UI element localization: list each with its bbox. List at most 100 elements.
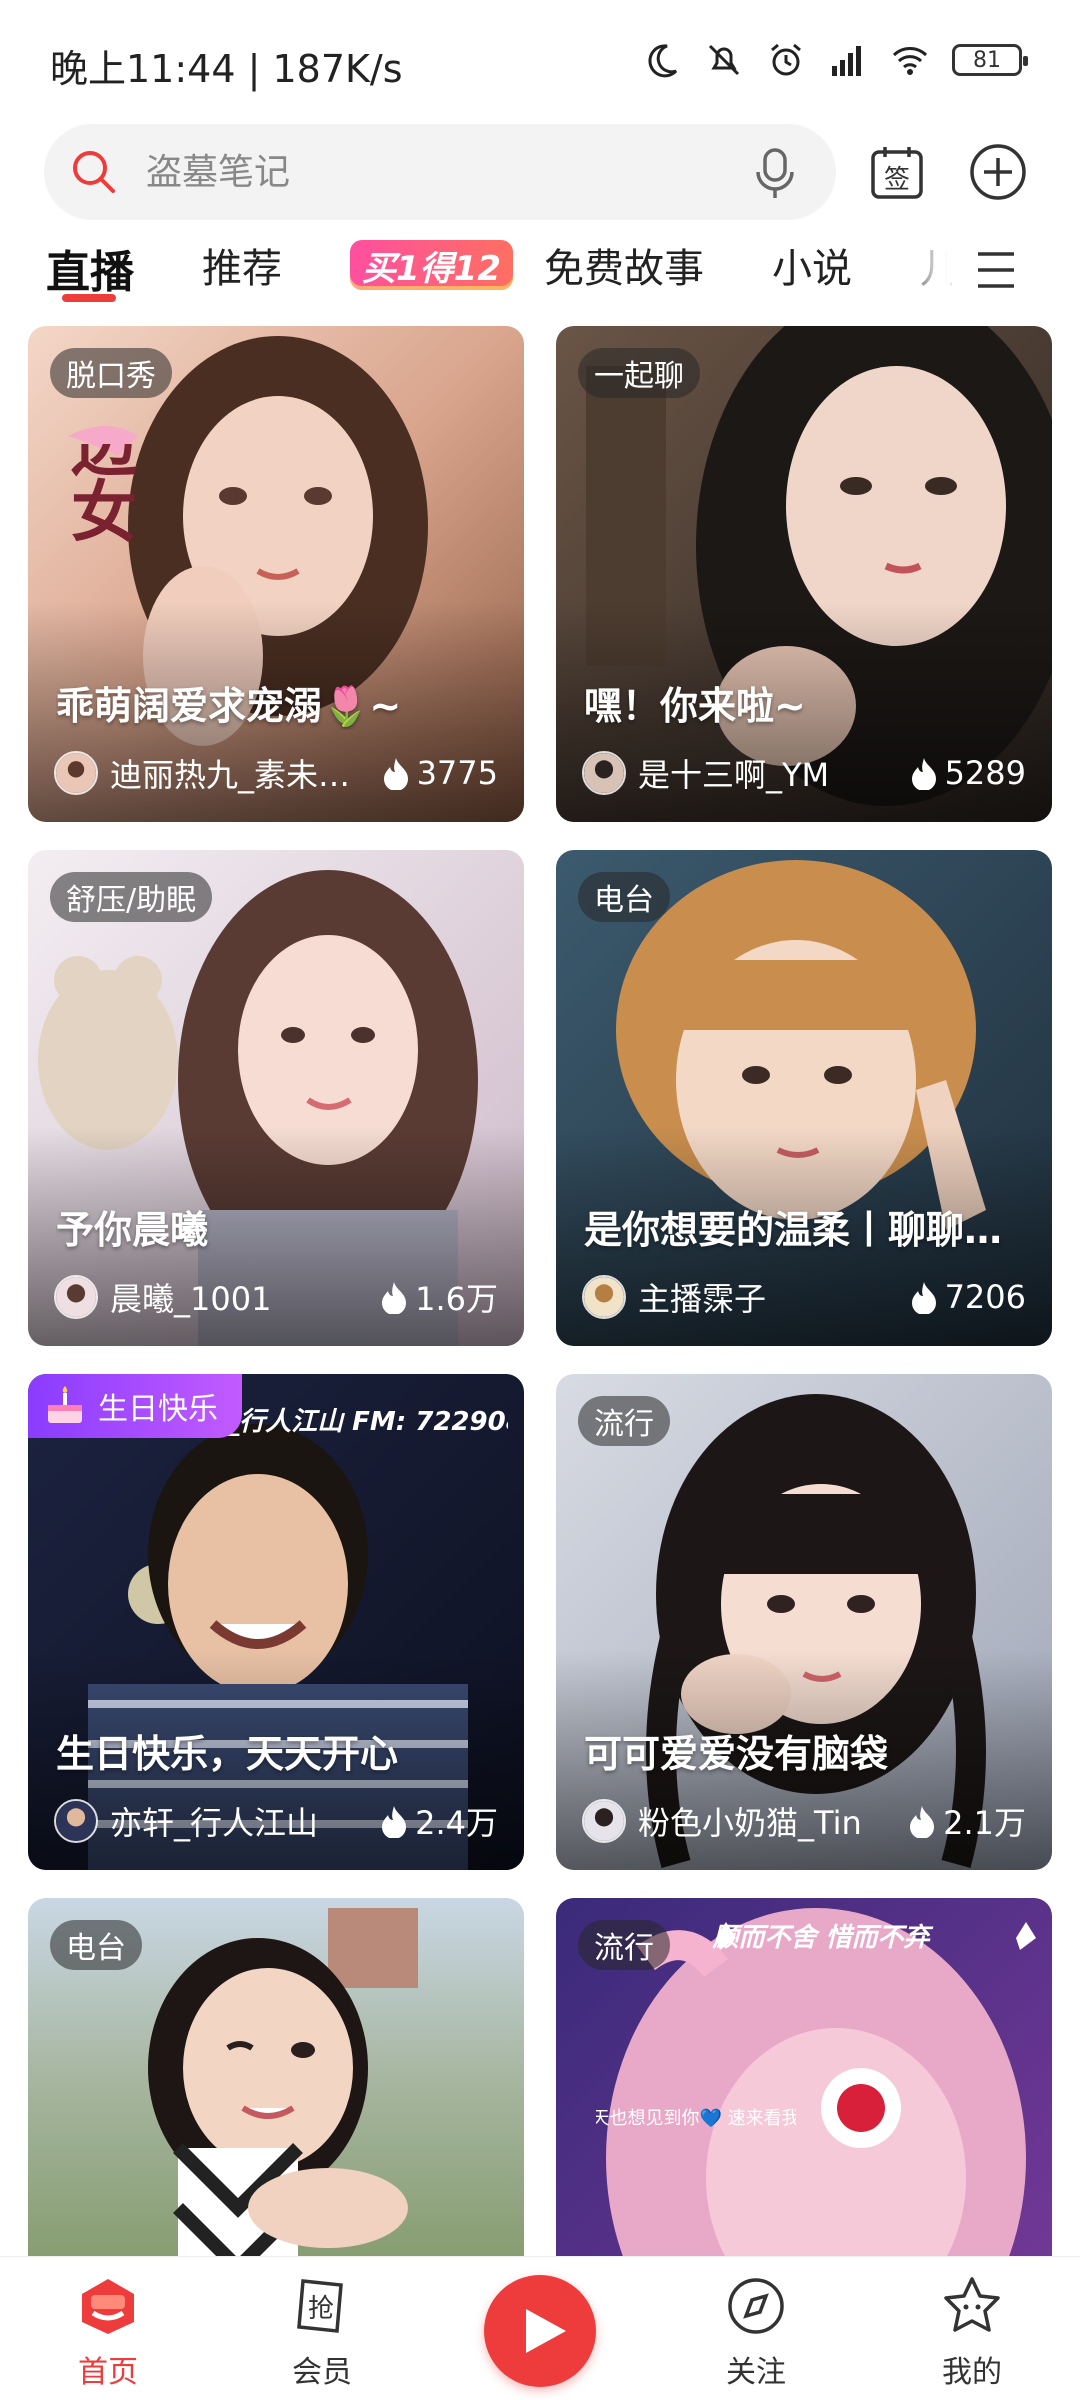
live-room-card[interactable]: 亦轩_行人江山 FM: 7229082 生日快乐 生日快乐，天天开心 亦轩_行人… [28,1374,524,1870]
birthday-tag: 生日快乐 [28,1374,242,1438]
play-button[interactable] [484,2275,596,2387]
vip-icon-text: 抢 [308,2294,334,2324]
popularity: 2.4万 [379,1798,498,1844]
live-room-card[interactable]: 电台 [28,1898,524,2256]
room-meta: 粉色小奶猫_Tin 2.1万 [582,1796,1026,1846]
category-tag: 脱口秀 [50,348,172,398]
host-avatar [582,1799,626,1843]
host-name: 粉色小奶猫_Tin [638,1804,862,1842]
nav-profile-label: 我的 [942,2355,1002,2390]
tab-live[interactable]: 直播 [46,236,134,300]
signal-icon [832,46,861,76]
room-title: 生日快乐，天天开心 [56,1732,399,1776]
active-tab-indicator [62,294,116,302]
tab-free-stories[interactable]: 免费故事 [544,236,704,294]
battery-indicator: 81 [952,44,1028,76]
room-meta: 晨曦_1001 1.6万 [54,1272,498,1322]
category-tag: 流行 [578,1396,670,1446]
status-bar: 晚上11:44 | 187K/s 81 [0,0,1080,120]
flame-icon [910,1806,935,1838]
live-room-card[interactable]: 顾而不舍 惜而不弃 今天也想见到你💙 速来看我😊 流行 [556,1898,1052,2256]
wifi-icon [892,47,928,75]
popularity-count: 3775 [416,754,498,792]
nav-follow-label: 关注 [726,2355,786,2390]
room-title: 可可爱爱没有脑袋 [584,1732,889,1776]
cover-art-text: 顾而不舍 惜而不弃 [711,1923,933,1953]
host-name: 主播霂子 [638,1280,767,1318]
cover-art-text: 亦轩_行人江山 FM: 7229082 [208,1407,508,1437]
nav-profile[interactable]: 我的 [902,2273,1042,2393]
moon-icon [648,44,678,78]
svg-text:亦轩_行人江山 FM: 7229082: 亦轩_行人江山 FM: 7229082 [208,1407,508,1437]
search-input[interactable] [146,144,706,200]
nav-vip[interactable]: 抢 会员 [252,2273,392,2393]
live-room-card[interactable]: 舒压/助眠 予你晨曦 晨曦_1001 1.6万 [28,850,524,1346]
svg-text:顾而不舍 惜而不弃: 顾而不舍 惜而不弃 [711,1923,933,1953]
popularity-count: 1.6万 [415,1280,498,1318]
category-tag: 流行 [578,1920,670,1970]
status-time-speed: 晚上11:44 | 187K/s [50,47,403,91]
host-name: 是十三啊_YM [638,756,830,794]
flame-icon [911,758,936,790]
tabs-fade [890,222,950,322]
nav-home[interactable]: 首页 [38,2273,178,2393]
home-icon [82,2279,134,2334]
popularity: 5289 [909,754,1026,792]
live-room-card[interactable]: 一起聊 嘿！你来啦~ 是十三啊_YM 5289 [556,326,1052,822]
live-room-grid: 耳边女 脱口秀 乖萌阔爱求宠溺🌷~ 迪丽热九_素未… 3775 一起聊 嘿！你来… [28,326,1052,2256]
host-avatar [54,1799,98,1843]
category-tag: 舒压/助眠 [50,872,213,922]
host-name: 亦轩_行人江山 [110,1804,319,1842]
sign-in-button[interactable]: 签 [870,144,924,200]
cake-icon [48,1386,82,1423]
tab-recommend[interactable]: 推荐 [202,236,282,294]
flame-icon [911,1282,936,1314]
host-avatar [54,1275,98,1319]
sign-in-label: 签 [884,165,910,195]
add-button[interactable] [968,142,1028,202]
host-avatar [582,1275,626,1319]
search-row: 签 [44,124,1044,220]
mute-bell-icon [708,44,740,76]
birthday-tag-label: 生日快乐 [98,1392,218,1427]
status-icons: 81 [642,40,1028,80]
popularity-count: 2.4万 [415,1804,498,1842]
live-room-card[interactable]: 电台 是你想要的温柔丨聊聊… 主播霂子 7206 [556,850,1052,1346]
ticket-icon: 抢 [297,2279,343,2333]
category-tag: 电台 [578,872,670,922]
svg-text:今天也想见到你💙 速来看我😊: 今天也想见到你💙 速来看我😊 [596,2108,796,2129]
room-meta: 亦轩_行人江山 2.4万 [54,1796,498,1846]
nav-follow[interactable]: 关注 [686,2273,826,2393]
category-tag: 电台 [50,1920,142,1970]
live-room-card[interactable]: 流行 可可爱爱没有脑袋 粉色小奶猫_Tin 2.1万 [556,1374,1052,1870]
flame-icon [382,1806,407,1838]
compass-icon [728,2278,784,2334]
host-name: 晨曦_1001 [110,1280,272,1318]
nav-home-label: 首页 [78,2355,138,2390]
popularity: 1.6万 [379,1274,498,1320]
room-title: 乖萌阔爱求宠溺🌷~ [56,684,402,728]
profile-star-icon [944,2277,1000,2332]
bottom-navigation: 首页 抢 会员 关注 我的 [0,2256,1080,2400]
room-meta: 主播霂子 7206 [582,1272,1026,1322]
tabs-menu-icon[interactable] [952,240,1040,300]
live-room-card[interactable]: 耳边女 脱口秀 乖萌阔爱求宠溺🌷~ 迪丽热九_素未… 3775 [28,326,524,822]
cover-art-caption: 今天也想见到你💙 速来看我😊 [596,2108,796,2129]
tab-promo-buy1get12[interactable]: 买1得12 [350,240,513,290]
search-icon [73,151,115,193]
tab-novels[interactable]: 小说 [772,236,852,294]
popularity: 2.1万 [907,1798,1026,1844]
category-tag: 一起聊 [578,348,700,398]
popularity: 3775 [381,754,498,792]
svg-text:耳边女: 耳边女 [60,444,138,543]
popularity-count: 7206 [944,1278,1026,1316]
host-avatar [54,751,98,795]
play-icon [526,2309,566,2353]
category-tabs: 直播 推荐 买1得12 免费故事 小说 儿 [0,222,1080,322]
popularity-count: 2.1万 [943,1804,1026,1842]
microphone-icon[interactable] [750,146,800,200]
search-box[interactable] [44,124,836,220]
room-meta: 迪丽热九_素未… 3775 [54,748,498,798]
flame-icon [382,1282,407,1314]
host-name: 迪丽热九_素未… [110,756,351,794]
